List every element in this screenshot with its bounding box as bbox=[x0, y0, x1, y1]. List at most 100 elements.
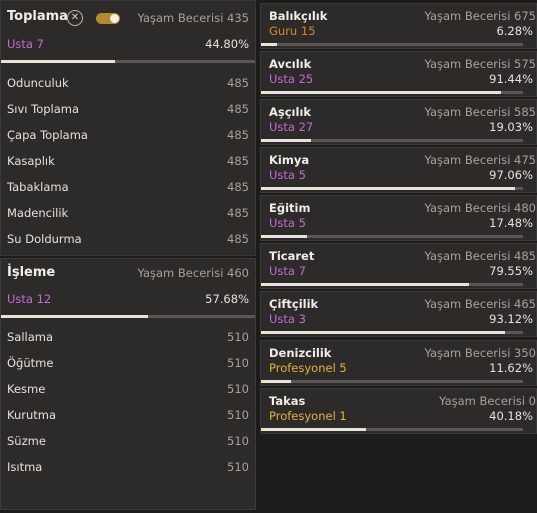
skill-rank: Usta 5 bbox=[269, 216, 306, 230]
skill-life-skill: Yaşam Becerisi 0 bbox=[439, 394, 536, 408]
skill-name: Takas bbox=[269, 394, 306, 408]
sub-skill-value: 485 bbox=[227, 128, 249, 142]
crossed-tools-icon[interactable]: ✕ bbox=[67, 10, 83, 26]
list-item[interactable]: Su Doldurma 485 bbox=[1, 227, 255, 253]
skill-progress-bar bbox=[261, 331, 523, 334]
skill-rank: Usta 5 bbox=[269, 168, 306, 182]
list-item[interactable]: Kesme 510 bbox=[1, 377, 255, 403]
list-item[interactable]: Kurutma 510 bbox=[1, 403, 255, 429]
processing-sub-skills: Sallama 510 Öğütme 510 Kesme 510 Kurutma 510… bbox=[1, 325, 255, 481]
sub-skill-name: Odunculuk bbox=[7, 76, 69, 90]
life-skill-label: Yaşam Becerisi bbox=[424, 105, 511, 119]
skill-life-skill: Yaşam Becerisi 475 bbox=[425, 153, 536, 167]
gathering-progress-fill bbox=[1, 60, 115, 63]
skill-rank: Usta 25 bbox=[269, 72, 314, 86]
processing-percent: 57.68% bbox=[205, 292, 249, 306]
sub-skill-name: Kesme bbox=[7, 382, 46, 396]
skill-rank: Usta 27 bbox=[269, 120, 314, 134]
sub-skill-value: 485 bbox=[227, 206, 249, 220]
processing-title: İşleme bbox=[7, 265, 56, 280]
list-item[interactable]: Tabaklama 485 bbox=[1, 175, 255, 201]
life-skill-value: 350 bbox=[514, 346, 536, 360]
skill-name: Aşçılık bbox=[269, 105, 312, 119]
life-skill-value: 435 bbox=[227, 11, 249, 25]
skill-progress-fill bbox=[261, 331, 505, 334]
list-item[interactable]: Kasaplık 485 bbox=[1, 149, 255, 175]
gathering-progress-bar bbox=[1, 60, 255, 63]
skill-progress-bar bbox=[261, 91, 523, 94]
gathering-rank: Usta 7 bbox=[7, 37, 44, 51]
skill-percent: 91.44% bbox=[489, 72, 533, 86]
sub-skill-name: Çapa Toplama bbox=[7, 128, 88, 142]
life-skill-value: 675 bbox=[514, 9, 536, 23]
skill-percent: 17.48% bbox=[489, 216, 533, 230]
skill-card-farming[interactable]: Çiftçilik Yaşam Becerisi 465 Usta 3 93.1… bbox=[260, 291, 537, 337]
sub-skill-value: 510 bbox=[227, 434, 249, 448]
skill-percent: 93.12% bbox=[489, 312, 533, 326]
list-item[interactable]: Sallama 510 bbox=[1, 325, 255, 351]
life-skill-label: Yaşam Becerisi bbox=[424, 57, 511, 71]
processing-progress-fill bbox=[1, 315, 148, 318]
list-item[interactable]: Süzme 510 bbox=[1, 429, 255, 455]
skill-card-training[interactable]: Eğitim Yaşam Becerisi 480 Usta 5 17.48% bbox=[260, 195, 537, 241]
processing-progress-bar bbox=[1, 315, 255, 318]
sub-skill-value: 510 bbox=[227, 356, 249, 370]
skill-rank: Usta 3 bbox=[269, 312, 306, 326]
life-skill-label: Yaşam Becerisi bbox=[137, 11, 224, 25]
skill-life-skill: Yaşam Becerisi 585 bbox=[425, 105, 536, 119]
skill-progress-fill bbox=[261, 187, 516, 190]
skill-name: Ticaret bbox=[269, 249, 315, 263]
sub-skill-name: Madencilik bbox=[7, 206, 69, 220]
skill-percent: 97.06% bbox=[489, 168, 533, 182]
list-item[interactable]: Çapa Toplama 485 bbox=[1, 123, 255, 149]
gathering-toggle[interactable] bbox=[96, 13, 120, 24]
processing-header: İşleme Yaşam Becerisi 460 Usta 12 57.68% bbox=[1, 259, 255, 319]
skill-name: Avcılık bbox=[269, 57, 312, 71]
sub-skill-name: Süzme bbox=[7, 434, 46, 448]
list-item[interactable]: Sıvı Toplama 485 bbox=[1, 97, 255, 123]
life-skill-label: Yaşam Becerisi bbox=[424, 297, 511, 311]
list-item[interactable]: Odunculuk 485 bbox=[1, 71, 255, 97]
list-item[interactable]: Isıtma 510 bbox=[1, 455, 255, 481]
skill-percent: 6.28% bbox=[496, 24, 533, 38]
sub-skill-name: Su Doldurma bbox=[7, 232, 82, 246]
skill-life-skill: Yaşam Becerisi 675 bbox=[425, 9, 536, 23]
sub-skill-name: Öğütme bbox=[7, 356, 54, 370]
skill-percent: 79.55% bbox=[489, 264, 533, 278]
toggle-knob bbox=[110, 14, 119, 23]
skill-card-cooking[interactable]: Aşçılık Yaşam Becerisi 585 Usta 27 19.03… bbox=[260, 99, 537, 145]
sub-skill-name: Tabaklama bbox=[7, 180, 69, 194]
skill-progress-fill bbox=[261, 283, 470, 286]
skill-card-barter[interactable]: Takas Yaşam Becerisi 0 Profesyonel 1 40.… bbox=[260, 388, 537, 434]
sub-skill-value: 485 bbox=[227, 154, 249, 168]
skill-progress-fill bbox=[261, 139, 311, 142]
skill-name: Eğitim bbox=[269, 201, 311, 215]
life-skill-label: Yaşam Becerisi bbox=[137, 266, 224, 280]
skill-card-hunting[interactable]: Avcılık Yaşam Becerisi 575 Usta 25 91.44… bbox=[260, 51, 537, 97]
skill-life-skill: Yaşam Becerisi 465 bbox=[425, 297, 536, 311]
life-skill-label: Yaşam Becerisi bbox=[424, 9, 511, 23]
skill-name: Çiftçilik bbox=[269, 297, 319, 311]
list-item[interactable]: Madencilik 485 bbox=[1, 201, 255, 227]
skill-rank: Usta 7 bbox=[269, 264, 306, 278]
sub-skill-value: 485 bbox=[227, 76, 249, 90]
life-skill-value: 575 bbox=[514, 57, 536, 71]
gathering-life-skill: Yaşam Becerisi 435 bbox=[138, 11, 249, 25]
list-item[interactable]: Öğütme 510 bbox=[1, 351, 255, 377]
life-skill-label: Yaşam Becerisi bbox=[439, 394, 526, 408]
skill-card-fishing[interactable]: Balıkçılık Yaşam Becerisi 675 Guru 15 6.… bbox=[260, 3, 537, 49]
processing-panel: İşleme Yaşam Becerisi 460 Usta 12 57.68%… bbox=[0, 258, 256, 510]
processing-rank: Usta 12 bbox=[7, 292, 52, 306]
skill-card-alchemy[interactable]: Kimya Yaşam Becerisi 475 Usta 5 97.06% bbox=[260, 147, 537, 193]
skill-card-sailing[interactable]: Denizcilik Yaşam Becerisi 350 Profesyone… bbox=[260, 340, 537, 386]
skill-rank: Profesyonel 1 bbox=[269, 409, 347, 423]
skill-progress-fill bbox=[261, 43, 278, 46]
sub-skill-value: 510 bbox=[227, 460, 249, 474]
skill-name: Kimya bbox=[269, 153, 310, 167]
skill-card-trading[interactable]: Ticaret Yaşam Becerisi 485 Usta 7 79.55% bbox=[260, 243, 537, 289]
life-skill-value: 480 bbox=[514, 201, 536, 215]
gathering-percent: 44.80% bbox=[205, 37, 249, 51]
sub-skill-name: Isıtma bbox=[7, 460, 43, 474]
life-skill-value: 585 bbox=[514, 105, 536, 119]
skill-progress-fill bbox=[261, 91, 501, 94]
